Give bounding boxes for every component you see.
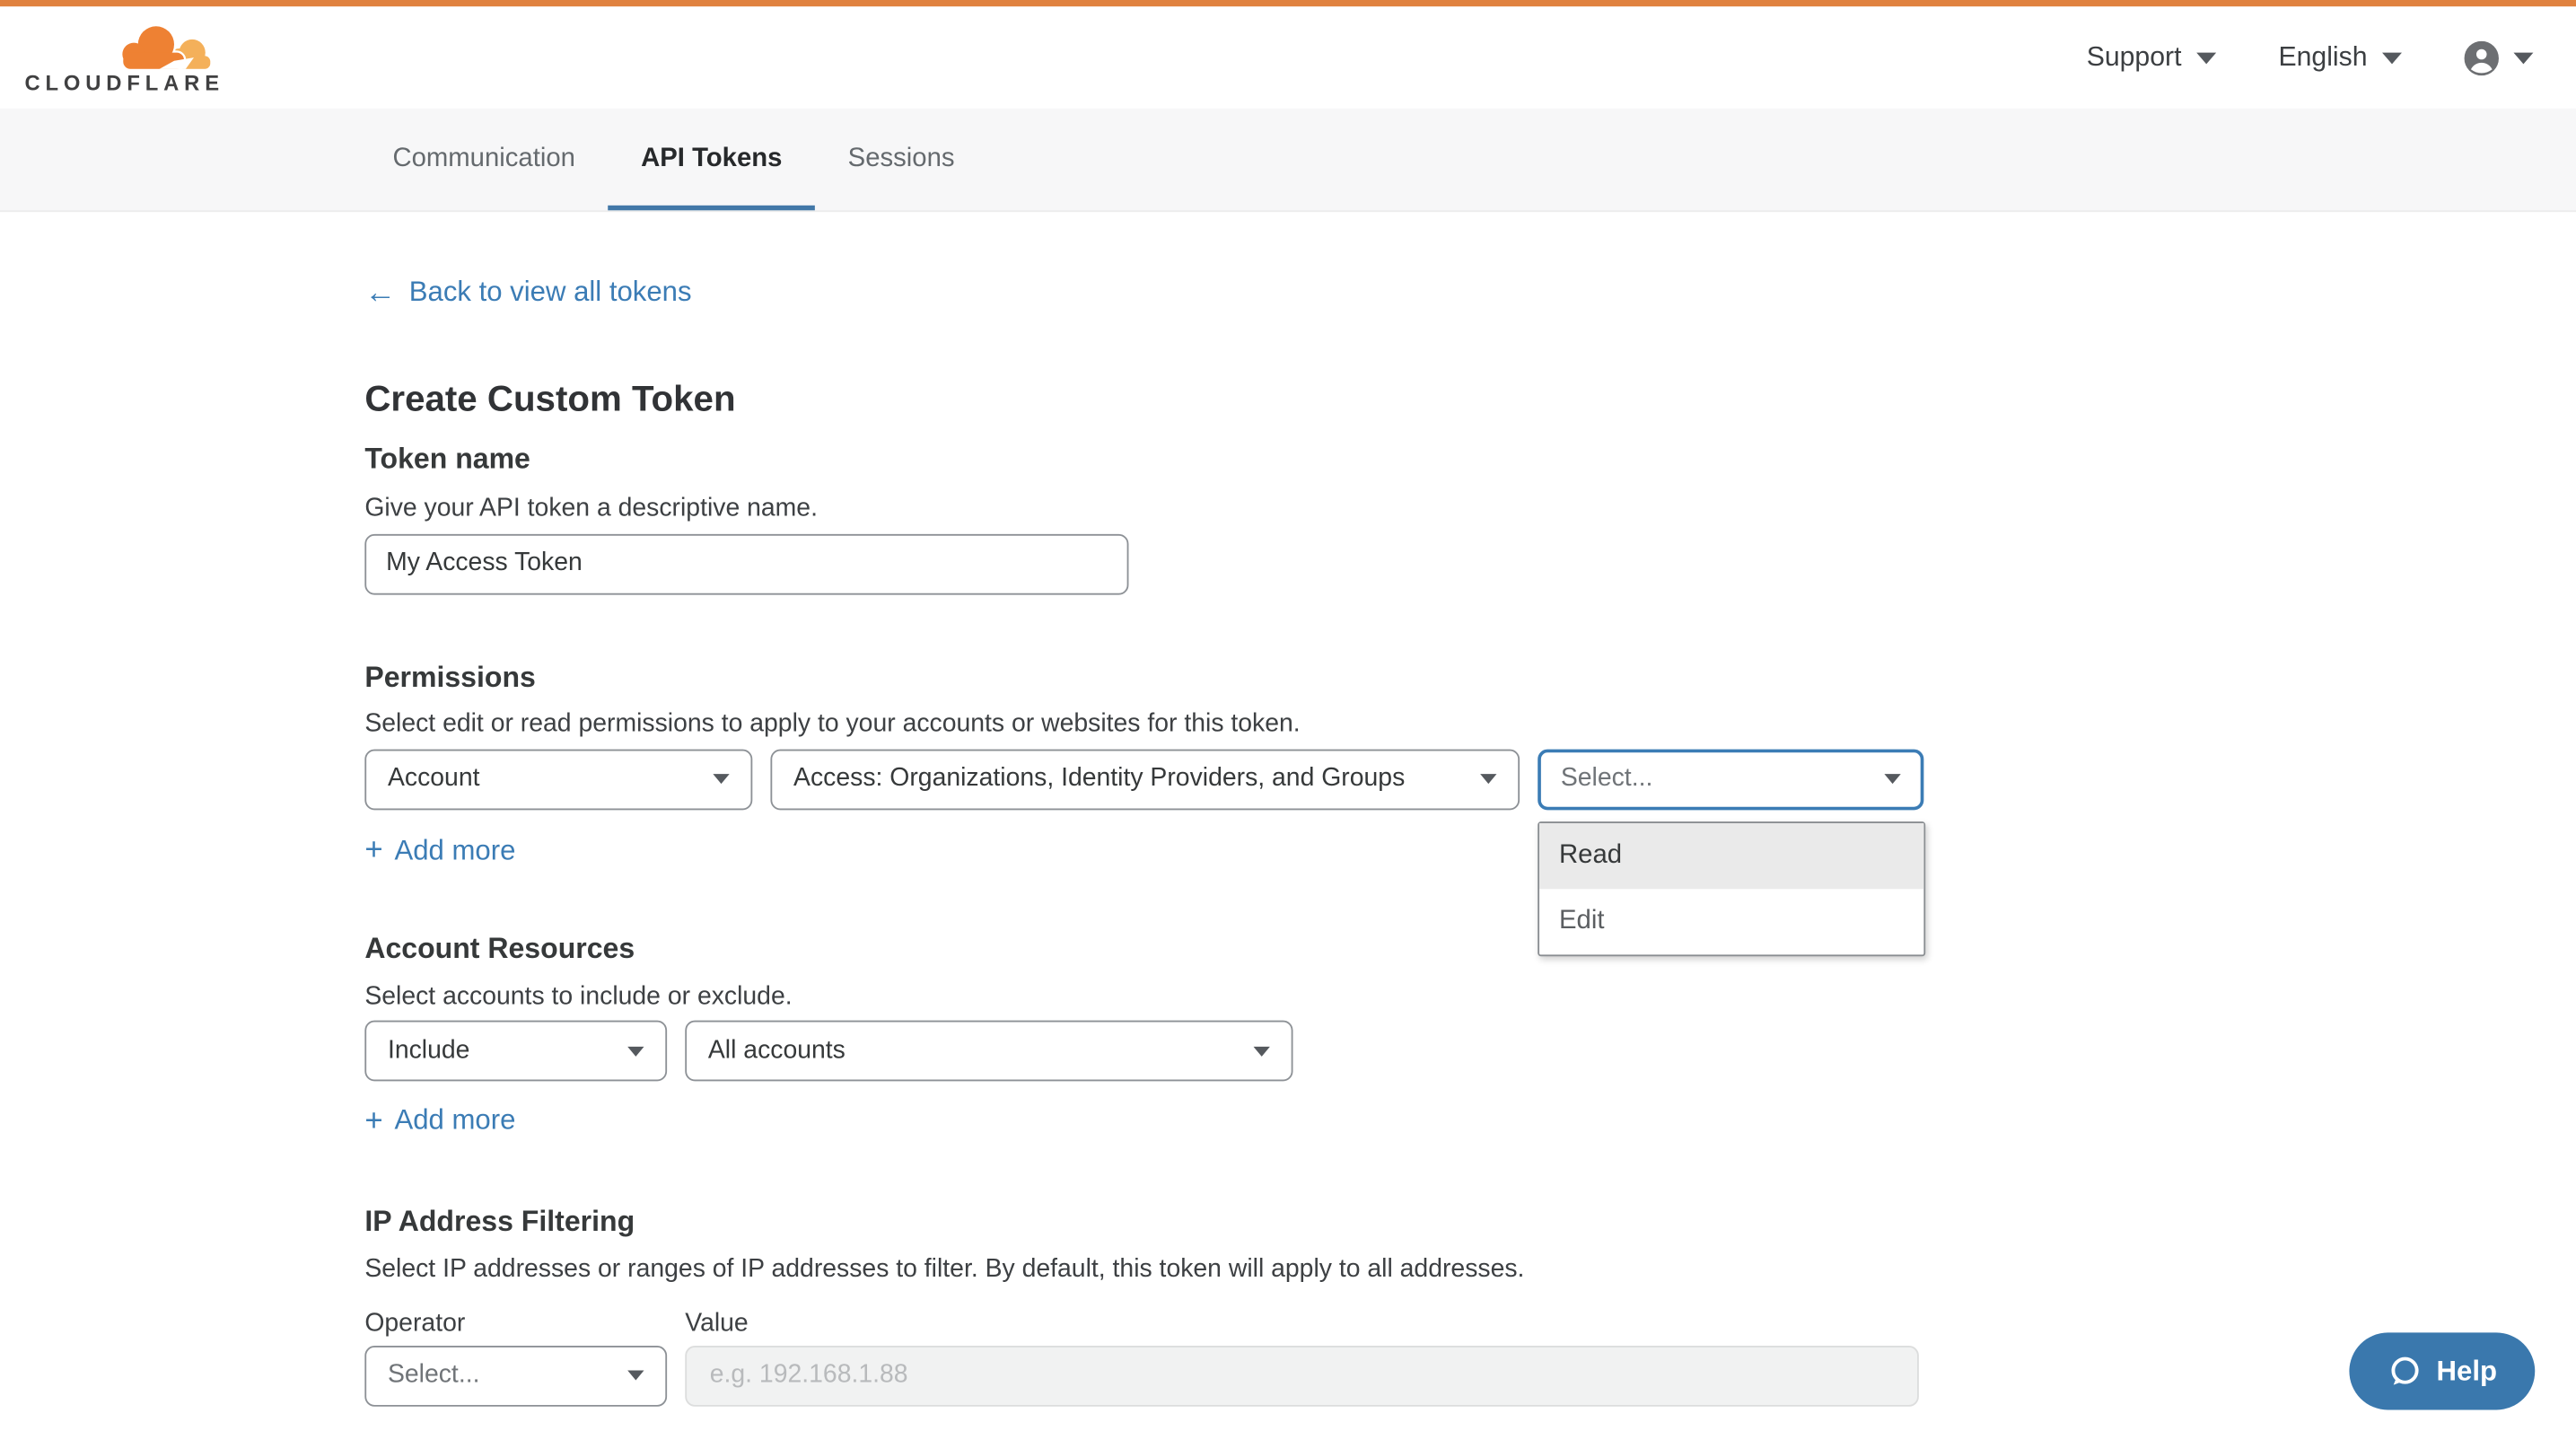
chevron-down-icon <box>627 1371 644 1381</box>
cloudflare-logo-text: CLOUDFLARE <box>24 73 223 92</box>
main-content: ← Back to view all tokens Create Custom … <box>0 212 2576 1406</box>
back-link[interactable]: ← Back to view all tokens <box>364 276 691 309</box>
help-button-label: Help <box>2437 1355 2497 1388</box>
page-title: Create Custom Token <box>364 377 2576 420</box>
back-arrow-icon: ← <box>364 278 396 306</box>
cloudflare-logo[interactable]: CLOUDFLARE <box>24 22 223 93</box>
permission-group-value: Access: Organizations, Identity Provider… <box>793 764 1405 794</box>
permissions-add-more-link[interactable]: + Add more <box>364 834 515 867</box>
ip-filtering-labels: Operator Value <box>364 1307 2576 1339</box>
accounts-select[interactable]: All accounts <box>685 1021 1292 1082</box>
brand-accent-bar <box>0 0 2576 6</box>
permission-scope-select[interactable]: Account <box>364 749 752 810</box>
ip-value-input[interactable] <box>685 1345 1919 1406</box>
avatar-icon <box>2465 40 2499 75</box>
account-resources-heading: Account Resources <box>364 932 2576 966</box>
chevron-down-icon <box>1254 1046 1270 1056</box>
ip-filtering-row: Select... <box>364 1345 2576 1406</box>
help-button[interactable]: Help <box>2349 1332 2535 1409</box>
ip-filtering-description: Select IP addresses or ranges of IP addr… <box>364 1253 2576 1285</box>
cloudflare-cloud-icon <box>117 22 212 72</box>
chevron-down-icon <box>2513 52 2533 64</box>
plus-icon: + <box>364 1107 382 1135</box>
permissions-add-more-label: Add more <box>394 834 515 867</box>
token-name-heading: Token name <box>364 441 2576 475</box>
permission-group-select[interactable]: Access: Organizations, Identity Provider… <box>770 749 1520 810</box>
operator-label: Operator <box>364 1307 685 1339</box>
ip-operator-select[interactable]: Select... <box>364 1345 667 1406</box>
chevron-down-icon <box>1884 774 1900 784</box>
support-menu-label: Support <box>2087 42 2182 74</box>
account-resources-description: Select accounts to include or exclude. <box>364 981 2576 1013</box>
permissions-description: Select edit or read permissions to apply… <box>364 707 2576 739</box>
back-link-label: Back to view all tokens <box>409 276 692 309</box>
menu-option-read[interactable]: Read <box>1539 822 1923 888</box>
language-menu[interactable]: English <box>2278 42 2402 74</box>
chevron-down-icon <box>2196 52 2216 64</box>
permission-level-select[interactable]: Select... <box>1538 749 1923 810</box>
chat-bubble-icon <box>2388 1354 2422 1388</box>
permission-scope-value: Account <box>388 764 480 794</box>
menu-option-edit[interactable]: Edit <box>1539 888 1923 953</box>
accounts-value: All accounts <box>708 1036 846 1066</box>
tab-sessions[interactable]: Sessions <box>815 109 987 210</box>
token-name-description: Give your API token a descriptive name. <box>364 492 2576 523</box>
plus-icon: + <box>364 837 382 865</box>
header-right: Support English <box>2087 40 2534 75</box>
account-resources-add-more-label: Add more <box>394 1104 515 1137</box>
account-mode-value: Include <box>388 1036 469 1066</box>
tab-api-tokens[interactable]: API Tokens <box>609 109 816 210</box>
permission-level-value: Select... <box>1561 764 1653 794</box>
permission-level-menu: Read Edit <box>1538 821 1925 955</box>
tab-bar: Communication API Tokens Sessions <box>0 109 2576 212</box>
ip-filtering-heading: IP Address Filtering <box>364 1204 2576 1238</box>
chevron-down-icon <box>627 1046 644 1056</box>
account-mode-select[interactable]: Include <box>364 1021 667 1082</box>
language-menu-label: English <box>2278 42 2367 74</box>
tab-communication[interactable]: Communication <box>360 109 609 210</box>
support-menu[interactable]: Support <box>2087 42 2216 74</box>
account-resources-row: Include All accounts <box>364 1021 2576 1082</box>
permissions-row: Account Access: Organizations, Identity … <box>364 749 2576 810</box>
header: CLOUDFLARE Support English <box>0 6 2576 108</box>
chevron-down-icon <box>2382 52 2402 64</box>
permissions-heading: Permissions <box>364 660 2576 694</box>
ip-operator-value: Select... <box>388 1361 480 1391</box>
account-resources-add-more-link[interactable]: + Add more <box>364 1104 515 1137</box>
account-menu[interactable] <box>2465 40 2534 75</box>
value-label: Value <box>685 1307 748 1339</box>
token-name-input[interactable] <box>364 533 1128 594</box>
chevron-down-icon <box>1480 774 1496 784</box>
chevron-down-icon <box>713 774 729 784</box>
